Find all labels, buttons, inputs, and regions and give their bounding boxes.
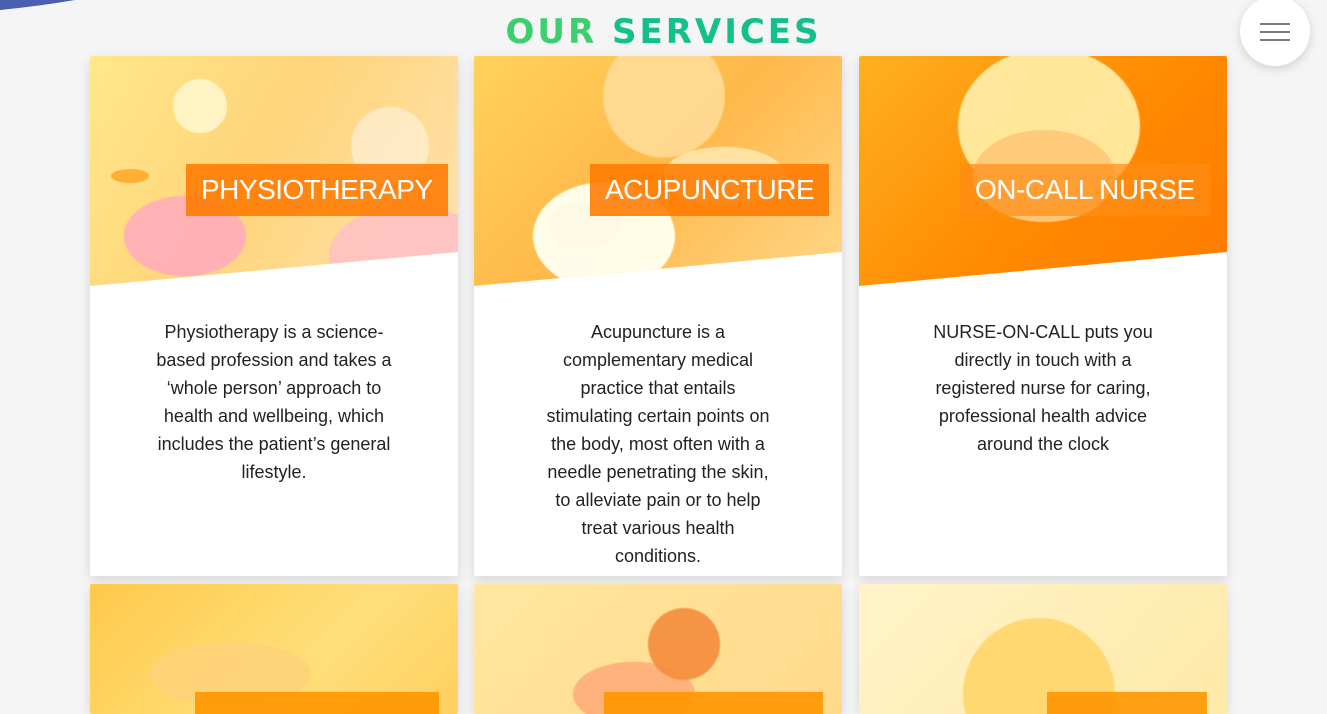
acupuncture-label[interactable]: ACUPUNCTURE: [590, 164, 830, 216]
acupuncture-description: Acupuncture is a complementary medical p…: [546, 322, 770, 566]
physiotherapy-label[interactable]: PHYSIOTHERAPY: [186, 164, 448, 216]
page-title-word-1: OUR: [505, 12, 598, 52]
service-card-on-call-nurse[interactable]: ON-CALL NURSE NURSE-ON-CALL puts you dir…: [859, 56, 1227, 576]
page-title-word-2: SERVICES: [612, 12, 822, 52]
physiotherapy-description: Physiotherapy is a science-based profess…: [156, 322, 392, 482]
service-label[interactable]: [604, 692, 823, 714]
service-card[interactable]: [859, 584, 1227, 714]
on-call-nurse-label[interactable]: ON-CALL NURSE: [960, 164, 1210, 216]
service-card-physiotherapy[interactable]: PHYSIOTHERAPY Physiotherapy is a science…: [90, 56, 458, 576]
service-card[interactable]: [474, 584, 842, 714]
service-label[interactable]: [1047, 692, 1207, 714]
service-card[interactable]: [90, 584, 458, 714]
service-card-acupuncture[interactable]: ACUPUNCTURE Acupuncture is a complementa…: [474, 56, 842, 576]
menu-button[interactable]: [1240, 0, 1310, 66]
page-title: OUR SERVICES: [0, 10, 1327, 54]
service-label[interactable]: [195, 692, 439, 714]
on-call-nurse-description: NURSE-ON-CALL puts you directly in touch…: [933, 322, 1153, 454]
